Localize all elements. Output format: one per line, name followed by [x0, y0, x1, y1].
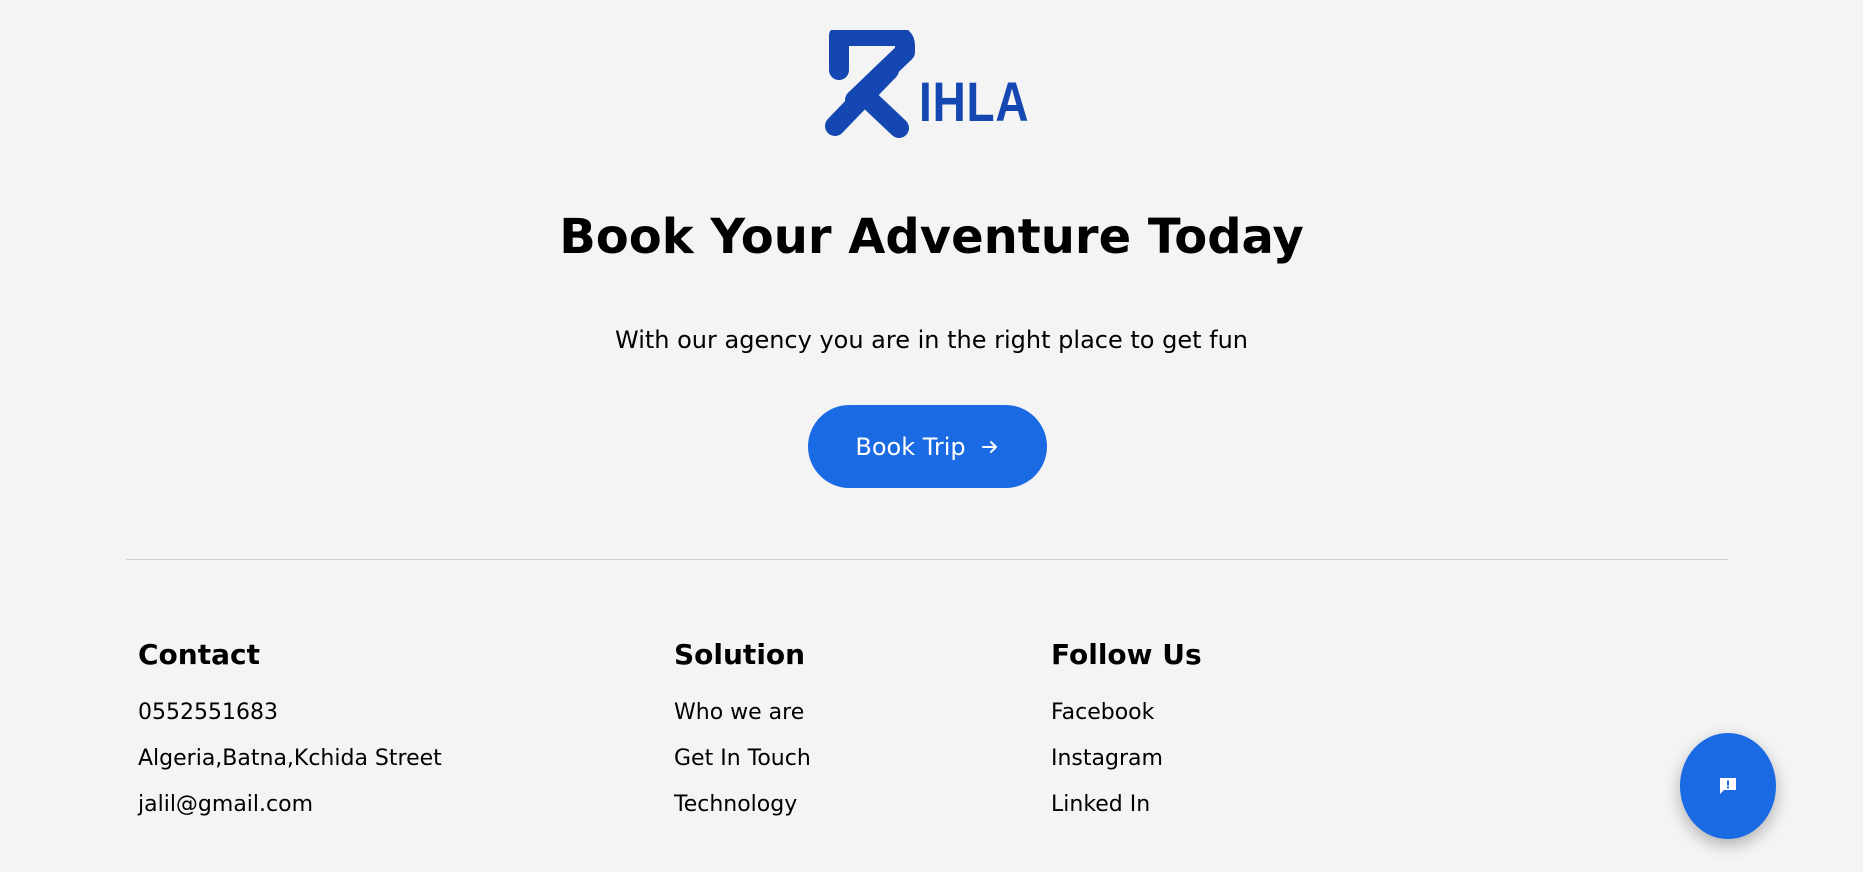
logo-mark-icon	[825, 26, 915, 138]
footer-contact-column: Contact 0552551683 Algeria,Batna,Kchida …	[138, 634, 442, 828]
footer-link-technology[interactable]: Technology	[674, 792, 797, 817]
footer-link-get-in-touch[interactable]: Get In Touch	[674, 746, 811, 771]
book-trip-label: Book Trip	[855, 432, 966, 461]
feedback-icon	[1720, 778, 1736, 794]
footer-link-instagram[interactable]: Instagram	[1051, 746, 1163, 771]
section-divider	[126, 559, 1728, 560]
contact-address: Algeria,Batna,Kchida Street	[138, 746, 442, 771]
footer-link-linkedin[interactable]: Linked In	[1051, 792, 1150, 817]
contact-email: jalil@gmail.com	[138, 792, 314, 817]
feedback-button[interactable]	[1680, 733, 1776, 839]
footer-follow-column: Follow Us Facebook Instagram Linked In	[1051, 634, 1202, 828]
logo-text: IHLA	[919, 70, 1030, 133]
contact-phone: 0552551683	[138, 700, 278, 725]
footer-link-facebook[interactable]: Facebook	[1051, 700, 1154, 725]
footer-solution-heading: Solution	[674, 638, 806, 671]
hero-subtitle: With our agency you are in the right pla…	[615, 326, 1248, 354]
footer-solution-column: Solution Who we are Get In Touch Technol…	[674, 634, 811, 828]
book-trip-button[interactable]: Book Trip	[808, 405, 1047, 488]
footer-contact-heading: Contact	[138, 638, 260, 671]
logo: IHLA	[823, 26, 1029, 144]
hero-title: Book Your Adventure Today	[559, 209, 1304, 265]
footer-follow-heading: Follow Us	[1051, 638, 1202, 671]
footer-link-who-we-are[interactable]: Who we are	[674, 700, 804, 725]
arrow-right-icon	[981, 440, 997, 453]
